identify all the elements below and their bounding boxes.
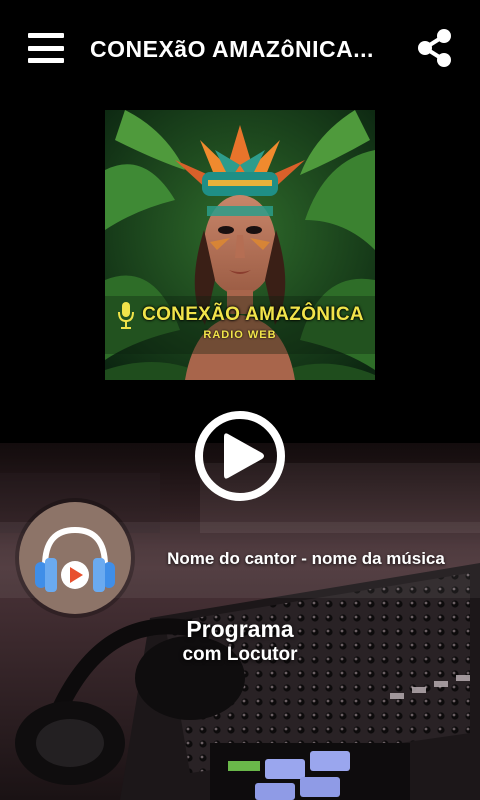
- cover-brand-sub: RADIO WEB: [203, 329, 277, 341]
- play-button[interactable]: [194, 410, 286, 502]
- program-name: Programa: [186, 616, 294, 642]
- album-cover: CONEXÃO AMAZÔNICA RADIO WEB: [105, 110, 375, 380]
- station-avatar: [19, 502, 131, 614]
- cover-brand-name: CONEXÃO AMAZÔNICA: [142, 304, 364, 325]
- play-icon: [195, 411, 285, 501]
- program-info: Programa com Locutor: [140, 615, 340, 667]
- app-title: CONEXãO AMAZôNICA...: [90, 36, 374, 62]
- share-icon[interactable]: [415, 28, 455, 68]
- app-header: CONEXãO AMAZôNICA...: [0, 0, 480, 96]
- hamburger-menu-icon[interactable]: [28, 33, 64, 63]
- microphone-icon: [118, 302, 135, 329]
- program-host: com Locutor: [182, 644, 298, 665]
- now-playing-text: Nome do cantor - nome da música: [167, 549, 445, 568]
- cover-brand: CONEXÃO AMAZÔNICA RADIO WEB: [105, 302, 375, 341]
- headphones-play-icon: [35, 526, 115, 592]
